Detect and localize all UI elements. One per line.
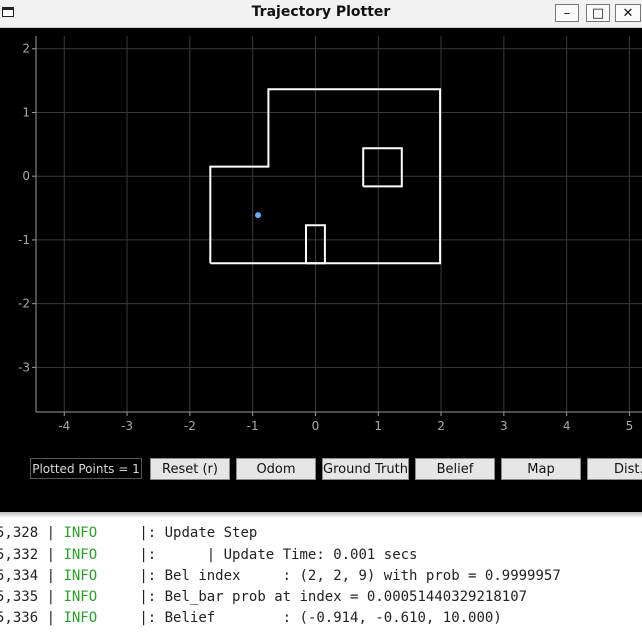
x-tick-label: 4 <box>563 419 571 433</box>
window-shadow <box>0 512 642 518</box>
y-tick-label: -1 <box>18 233 30 247</box>
belief-button[interactable]: Belief <box>415 458 495 480</box>
y-tick-label: -2 <box>18 297 30 311</box>
x-tick-label: -2 <box>184 419 196 433</box>
maximize-button[interactable]: □ <box>586 4 610 22</box>
log-line: 5,335 | INFO |: Bel_bar prob at index = … <box>0 589 528 605</box>
x-tick-label: -1 <box>247 419 259 433</box>
log-line: 5,334 | INFO |: Bel index : (2, 2, 9) wi… <box>0 568 561 584</box>
log-line: 5,328 | INFO |: Update Step <box>0 525 258 541</box>
x-tick-label: 0 <box>312 419 320 433</box>
y-tick-label: -3 <box>18 360 30 374</box>
x-tick-label: -3 <box>121 419 133 433</box>
ground-truth-button[interactable]: Ground Truth <box>322 458 409 480</box>
x-tick-label: 5 <box>626 419 634 433</box>
odom-button[interactable]: Odom <box>236 458 316 480</box>
belief-point <box>255 212 262 219</box>
maximize-icon: □ <box>591 5 605 21</box>
map-button[interactable]: Map <box>501 458 581 480</box>
window-bottom-strip <box>0 487 642 512</box>
trajectory-plotter-window: Trajectory Plotter – □ ✕ -4 -3 -2 -1 0 1 2 3 4 5-… <box>0 0 642 512</box>
y-tick-label: 0 <box>22 169 30 183</box>
title-bar[interactable]: Trajectory Plotter – □ ✕ <box>0 0 642 28</box>
window-title: Trajectory Plotter <box>251 4 391 20</box>
map-wall <box>362 147 403 188</box>
x-tick-label: 2 <box>437 419 445 433</box>
y-tick-label: 2 <box>22 42 30 56</box>
terminal-log: 5,328 | INFO |: Update Step 5,332 | INFO… <box>0 512 642 641</box>
y-tick-label: 1 <box>22 105 30 119</box>
log-line: 5,332 | INFO |: | Update Time: 0.001 sec… <box>0 547 418 563</box>
x-tick-label: 3 <box>500 419 508 433</box>
minimize-button[interactable]: – <box>555 4 579 22</box>
reset-button[interactable]: Reset (r) <box>150 458 230 480</box>
close-button[interactable]: ✕ <box>615 4 641 22</box>
plot-area[interactable]: -4 -3 -2 -1 0 1 2 3 4 5 -3 -2 -1 0 1 2 <box>0 28 642 448</box>
x-tick-label: 1 <box>374 419 382 433</box>
controls-bar: Plotted Points = 1 Reset (r) Odom Ground… <box>0 452 642 487</box>
dist-button[interactable]: Dist. <box>587 458 642 480</box>
trajectory-chart[interactable]: -4 -3 -2 -1 0 1 2 3 4 5 -3 -2 -1 0 1 2 <box>0 28 642 448</box>
plotted-points-label: Plotted Points = 1 <box>30 458 142 479</box>
close-icon: ✕ <box>622 5 634 21</box>
log-line: 5,336 | INFO |: Belief : (-0.914, -0.610… <box>0 610 502 626</box>
x-tick-label: -4 <box>58 419 70 433</box>
minimize-icon: – <box>563 5 571 21</box>
